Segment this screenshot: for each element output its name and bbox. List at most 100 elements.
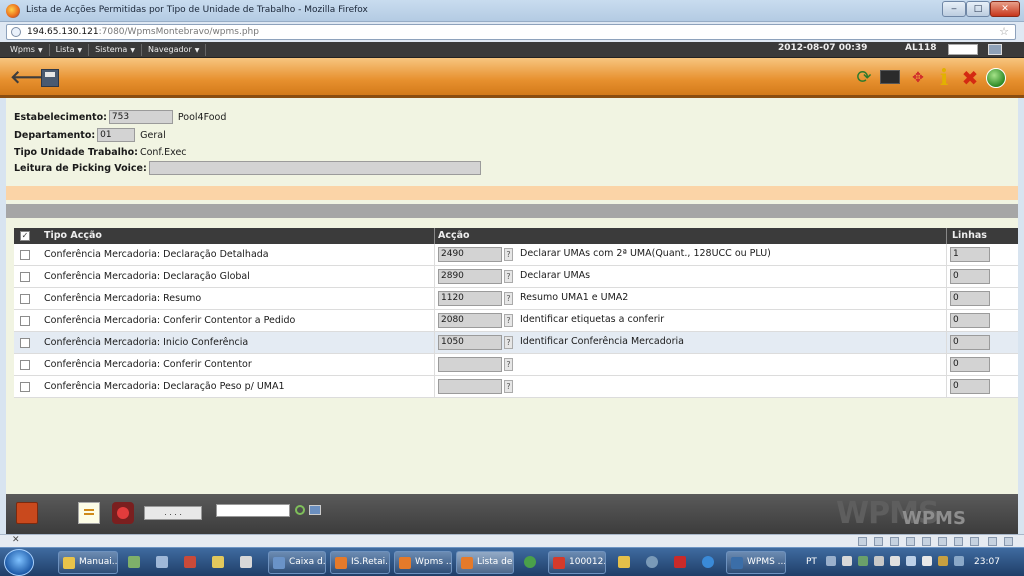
row-accao-code-input[interactable]: 2080 [438, 313, 502, 328]
app-icon[interactable] [646, 556, 658, 568]
addon-icon[interactable] [906, 537, 915, 546]
close-icon[interactable]: ✖ [958, 66, 982, 90]
document-icon[interactable] [78, 502, 100, 524]
header-tipo-accao[interactable]: Tipo Acção [44, 230, 102, 241]
close-window-button[interactable]: ✕ [990, 1, 1020, 17]
app-icon[interactable] [240, 556, 252, 568]
row-linhas-input[interactable]: 0 [950, 313, 990, 328]
addon-icon[interactable] [922, 537, 931, 546]
row-accao-code-input[interactable]: 2890 [438, 269, 502, 284]
search-icon[interactable] [295, 505, 305, 515]
task-wpms[interactable]: Wpms ... [394, 551, 452, 574]
task-lista[interactable]: Lista de... [456, 551, 514, 574]
departamento-code-input[interactable]: 01 [97, 128, 136, 142]
row-checkbox[interactable] [20, 360, 30, 370]
tray-icon[interactable] [890, 556, 900, 566]
table-row[interactable]: Conferência Mercadoria: Declaração Globa… [14, 266, 1018, 288]
row-checkbox[interactable] [20, 294, 30, 304]
volume-icon[interactable] [922, 556, 932, 566]
chrome-icon[interactable] [524, 556, 536, 568]
network-icon[interactable] [906, 556, 916, 566]
row-checkbox[interactable] [20, 382, 30, 392]
bookmark-star-icon[interactable]: ☆ [999, 25, 1009, 38]
addon-icon[interactable] [988, 537, 997, 546]
tray-icon[interactable] [954, 556, 964, 566]
info-icon[interactable]: i [932, 66, 956, 90]
task-wpms-2[interactable]: WPMS ... [726, 551, 786, 574]
row-accao-code-input[interactable] [438, 379, 502, 394]
filezilla-icon[interactable] [674, 556, 686, 568]
row-lookup-button[interactable]: ? [504, 358, 513, 371]
row-accao-code-input[interactable]: 1120 [438, 291, 502, 306]
tray-icon[interactable] [842, 556, 852, 566]
table-row[interactable]: Conferência Mercadoria: Declaração Peso … [14, 376, 1018, 398]
app-icon[interactable] [184, 556, 196, 568]
header-accao[interactable]: Acção [438, 230, 470, 241]
row-linhas-input[interactable]: 0 [950, 335, 990, 350]
bug-icon[interactable] [112, 502, 134, 524]
tray-icon[interactable] [938, 556, 948, 566]
header-linhas[interactable]: Linhas [952, 230, 987, 241]
maximize-button[interactable]: □ [966, 1, 990, 17]
table-row[interactable]: Conferência Mercadoria: Declaração Detal… [14, 244, 1018, 266]
language-indicator[interactable]: PT [806, 557, 817, 567]
site-identity-icon[interactable] [11, 27, 21, 37]
row-lookup-button[interactable]: ? [504, 314, 513, 327]
tray-icon[interactable] [826, 556, 836, 566]
menu-wpms[interactable]: Wpms ▼ [4, 44, 50, 56]
table-row[interactable]: Conferência Mercadoria: Resumo 1120 ? Re… [14, 288, 1018, 310]
app-icon[interactable] [618, 556, 630, 568]
app-icon[interactable] [156, 556, 168, 568]
close-icon[interactable]: ✕ [12, 535, 20, 545]
select-all-checkbox[interactable]: ✓ [20, 231, 30, 241]
table-row[interactable]: Conferência Mercadoria: Conferir Content… [14, 354, 1018, 376]
start-button[interactable] [4, 549, 34, 576]
addon-icon[interactable] [874, 537, 883, 546]
minimize-button[interactable]: ‒ [942, 1, 966, 17]
estabelecimento-code-input[interactable]: 753 [108, 110, 173, 124]
addon-icon[interactable] [890, 537, 899, 546]
row-accao-code-input[interactable]: 2490 [438, 247, 502, 262]
globe-icon[interactable] [984, 66, 1008, 90]
bottom-search-input[interactable] [216, 504, 290, 517]
addon-icon[interactable] [954, 537, 963, 546]
task-caixa[interactable]: Caixa d... [268, 551, 326, 574]
back-arrow-icon[interactable]: 🡐 [10, 66, 58, 90]
addon-icon[interactable] [970, 537, 979, 546]
tray-icon[interactable] [874, 556, 884, 566]
screen-icon[interactable] [309, 505, 321, 515]
app-icon[interactable] [128, 556, 140, 568]
addon-icon[interactable] [858, 537, 867, 546]
row-checkbox[interactable] [20, 316, 30, 326]
save-icon[interactable] [38, 66, 62, 90]
trash-icon[interactable] [16, 502, 38, 524]
export-screen-icon[interactable] [878, 66, 902, 90]
more-button[interactable]: . . . . [144, 506, 202, 520]
menu-sistema[interactable]: Sistema ▼ [89, 44, 142, 56]
row-linhas-input[interactable]: 0 [950, 291, 990, 306]
expand-icon[interactable]: ✥ [906, 66, 930, 90]
table-row[interactable]: Conferência Mercadoria: Conferir Content… [14, 310, 1018, 332]
url-text[interactable]: 194.65.130.121:7080/WpmsMontebravo/wpms.… [27, 27, 259, 37]
task-manuai[interactable]: Manuai... [58, 551, 118, 574]
ie-icon[interactable] [702, 556, 714, 568]
row-linhas-input[interactable]: 0 [950, 269, 990, 284]
addon-icon[interactable] [1004, 537, 1013, 546]
row-linhas-input[interactable]: 0 [950, 357, 990, 372]
table-row[interactable]: Conferência Mercadoria: Inicio Conferênc… [14, 332, 1018, 354]
row-linhas-input[interactable]: 1 [950, 247, 990, 262]
row-accao-code-input[interactable] [438, 357, 502, 372]
row-lookup-button[interactable]: ? [504, 380, 513, 393]
menu-lista[interactable]: Lista ▼ [50, 44, 90, 56]
menu-navegador[interactable]: Navegador ▼ [142, 44, 207, 56]
task-isretail[interactable]: IS.Retai... [330, 551, 390, 574]
task-100012[interactable]: 100012... [548, 551, 606, 574]
tray-icon[interactable] [858, 556, 868, 566]
row-lookup-button[interactable]: ? [504, 248, 513, 261]
row-lookup-button[interactable]: ? [504, 336, 513, 349]
leitura-picking-voice-input[interactable] [148, 161, 481, 175]
row-checkbox[interactable] [20, 338, 30, 348]
row-lookup-button[interactable]: ? [504, 292, 513, 305]
app-icon[interactable] [212, 556, 224, 568]
row-accao-code-input[interactable]: 1050 [438, 335, 502, 350]
